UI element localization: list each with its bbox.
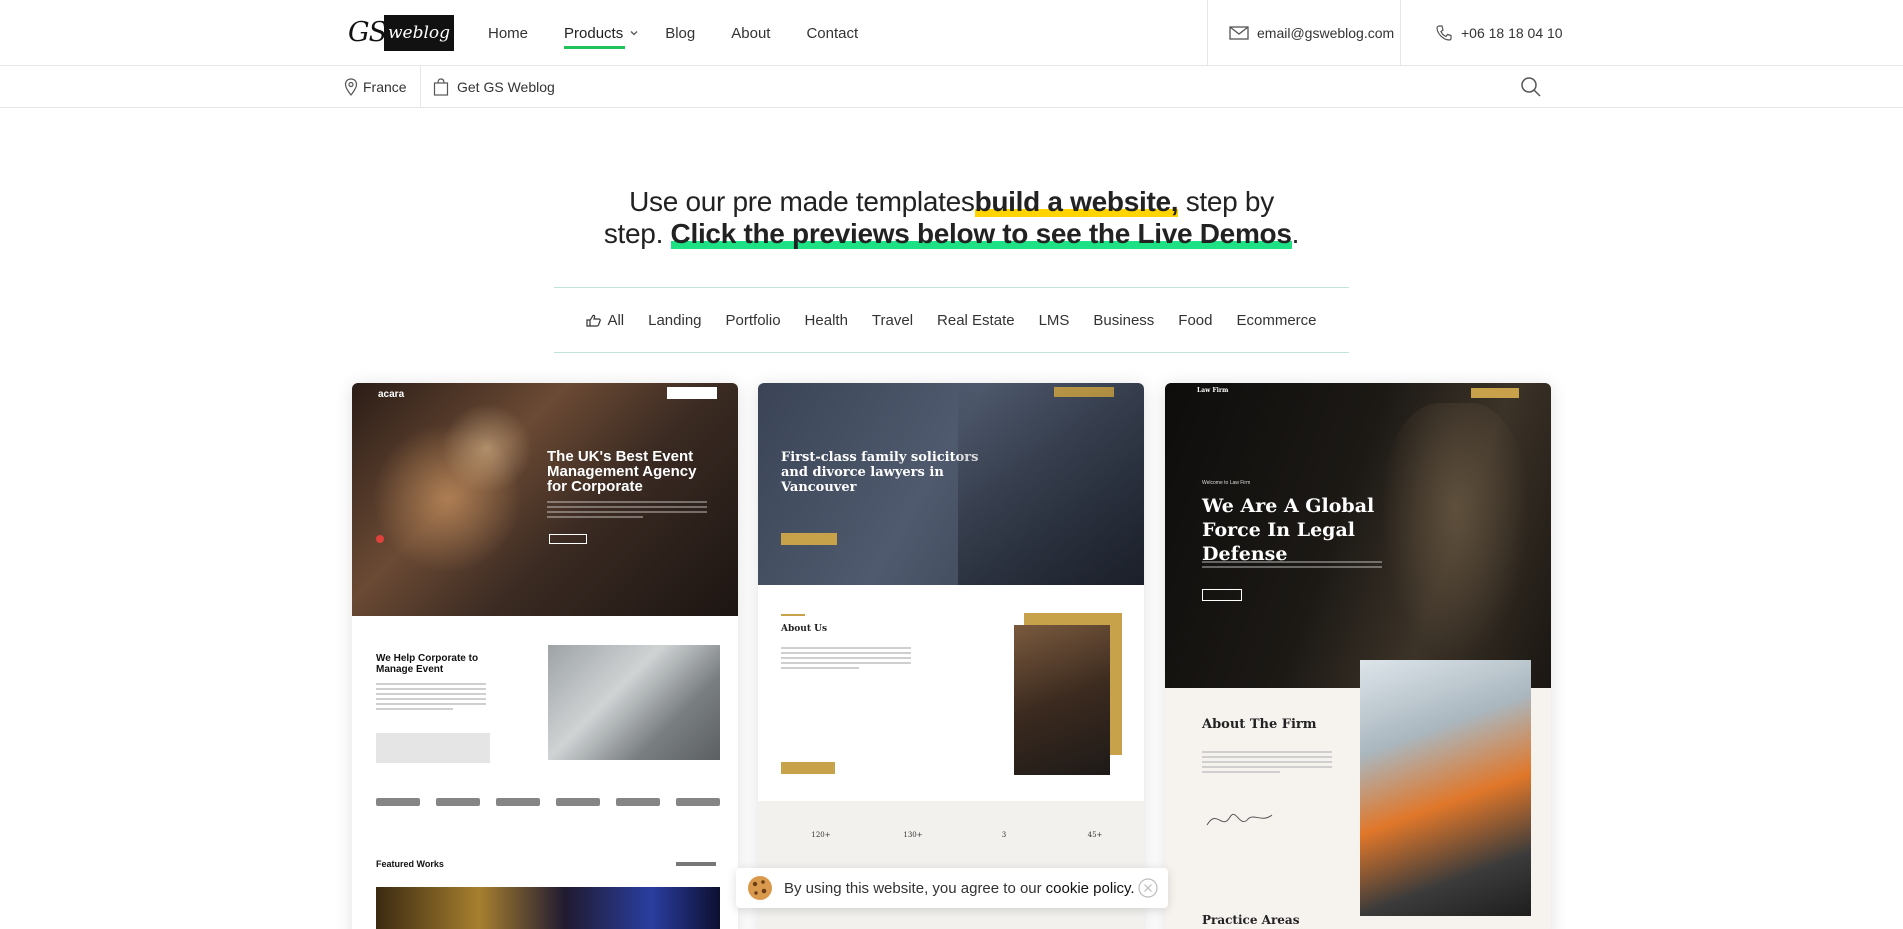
preview-text-lines	[547, 501, 707, 521]
close-icon[interactable]	[1138, 878, 1158, 898]
preview-headline: First-class family solicitors and divorc…	[781, 450, 979, 495]
headline-highlight-2: Click the previews below to see the Live…	[670, 218, 1292, 249]
filter-landing[interactable]: Landing	[648, 312, 701, 329]
cookie-icon	[748, 876, 772, 900]
preview-read-more-button	[1202, 589, 1242, 601]
get-gs-weblog-link[interactable]: Get GS Weblog	[433, 66, 555, 108]
preview-stat-3: 3	[1001, 831, 1007, 839]
headline-part-1: Use our pre made templates	[629, 186, 975, 217]
contact-email-link[interactable]: email@gsweblog.com	[1207, 0, 1400, 66]
preview-quote-button	[667, 387, 717, 399]
site-logo[interactable]: GS weblog	[348, 14, 454, 52]
nav-about[interactable]: About	[731, 0, 770, 66]
preview-about-title: About The Firm	[1202, 717, 1317, 732]
preview-about-text	[1202, 751, 1332, 776]
preview-hero-image: First-class family solicitors and divorc…	[758, 383, 1144, 585]
nav-home[interactable]: Home	[488, 0, 528, 66]
sub-header: France Get GS Weblog	[0, 66, 1903, 108]
contact-phone-text: +06 18 18 04 10	[1461, 25, 1563, 41]
logo-weblog-text: weblog	[384, 15, 454, 51]
preview-hero-image: Law Firm Welcome to Law Firm We Are A Gl…	[1165, 383, 1551, 688]
filter-all-label: All	[607, 311, 625, 329]
contact-email-text: email@gsweblog.com	[1257, 25, 1395, 41]
preview-stat-1: 120+	[811, 831, 831, 839]
preview-handshake-photo	[1360, 660, 1531, 916]
preview-logo: Law Firm	[1197, 387, 1229, 394]
chevron-down-icon	[630, 31, 638, 36]
filter-portfolio[interactable]: Portfolio	[726, 312, 781, 329]
phone-icon	[1436, 25, 1452, 41]
preview-stat-4: 45+	[1087, 831, 1103, 839]
filter-ecommerce[interactable]: Ecommerce	[1237, 312, 1317, 329]
preview-call-button	[1054, 387, 1114, 397]
preview-headline: We Are A Global Force In Legal Defense	[1202, 495, 1375, 565]
filter-all[interactable]: All	[586, 312, 624, 329]
preview-logo: acara	[378, 389, 405, 400]
hand-pointer-icon	[586, 314, 602, 327]
preview-about-text	[376, 683, 486, 713]
preview-lawyer-photo	[1014, 625, 1110, 775]
preview-practice-title: Practice Areas	[1202, 913, 1300, 927]
headline-highlight-1: build a website,	[974, 186, 1179, 217]
preview-about-title: About Us	[781, 624, 828, 634]
preview-hero-image: acara The UK's Best Event Management Age…	[352, 383, 738, 616]
preview-learn-more-button	[549, 534, 587, 544]
preview-stats-section	[758, 801, 1144, 929]
preview-gold-rule	[781, 614, 805, 616]
template-preview-card-legal[interactable]: First-class family solicitors and divorc…	[758, 383, 1144, 929]
preview-gallery-image	[376, 887, 720, 929]
preview-hero-text	[1202, 561, 1382, 571]
preview-client-logos	[376, 798, 720, 810]
play-icon	[376, 535, 384, 543]
nav-blog[interactable]: Blog	[665, 0, 695, 66]
location-pin-icon	[344, 78, 358, 96]
template-filter-bar: All Landing Portfolio Health Travel Real…	[554, 287, 1349, 353]
filter-real-estate[interactable]: Real Estate	[937, 312, 1015, 329]
nav-products-label: Products	[564, 24, 624, 42]
shopping-bag-icon	[433, 78, 449, 96]
nav-products[interactable]: Products	[564, 0, 639, 66]
location-label: France	[363, 79, 407, 95]
preview-office-photo	[548, 645, 720, 760]
preview-headline: The UK's Best Event Management Agency fo…	[547, 448, 697, 495]
headline-part-3: .	[1291, 218, 1300, 249]
mail-icon	[1229, 26, 1249, 40]
main-nav: Home Products Blog About Contact	[488, 0, 894, 66]
filter-travel[interactable]: Travel	[872, 312, 913, 329]
nav-contact-label: Contact	[806, 24, 859, 42]
preview-hero-button	[781, 533, 837, 545]
get-gs-weblog-label: Get GS Weblog	[457, 79, 555, 95]
filter-food[interactable]: Food	[1178, 312, 1212, 329]
location-selector[interactable]: France	[344, 66, 421, 108]
nav-home-label: Home	[488, 24, 529, 42]
contact-phone-link[interactable]: +06 18 18 04 10	[1400, 0, 1570, 66]
preview-featured-title: Featured Works	[376, 859, 444, 869]
logo-gs-text: GS	[348, 17, 387, 48]
preview-consult-button	[1471, 388, 1519, 398]
cookie-notice: By using this website, you agree to our …	[736, 868, 1168, 908]
preview-about-button	[781, 762, 835, 774]
filter-health[interactable]: Health	[805, 312, 848, 329]
page-headline: Use our pre made templatesbuild a websit…	[600, 186, 1303, 250]
preview-welcome-text: Welcome to Law Firm	[1202, 480, 1251, 486]
filter-business[interactable]: Business	[1093, 312, 1154, 329]
nav-blog-label: Blog	[665, 24, 696, 42]
template-preview-card-law-firm[interactable]: Law Firm Welcome to Law Firm We Are A Gl…	[1165, 383, 1551, 929]
nav-contact[interactable]: Contact	[806, 0, 858, 66]
nav-about-label: About	[731, 24, 771, 42]
template-preview-card-event[interactable]: acara The UK's Best Event Management Age…	[352, 383, 738, 929]
cookie-text: By using this website, you agree to our	[784, 879, 1042, 897]
cookie-policy-link[interactable]: cookie policy.	[1046, 880, 1135, 897]
preview-view-all-link	[676, 862, 716, 866]
site-header: GS weblog Home Products Blog About Conta…	[0, 0, 1903, 66]
search-icon[interactable]	[1520, 76, 1542, 98]
preview-stats-box	[376, 733, 490, 763]
filter-lms[interactable]: LMS	[1039, 312, 1070, 329]
signature-icon	[1206, 814, 1273, 826]
preview-about-title: We Help Corporate to Manage Event	[376, 653, 479, 675]
preview-about-text	[781, 647, 911, 672]
preview-stat-2: 130+	[903, 831, 923, 839]
